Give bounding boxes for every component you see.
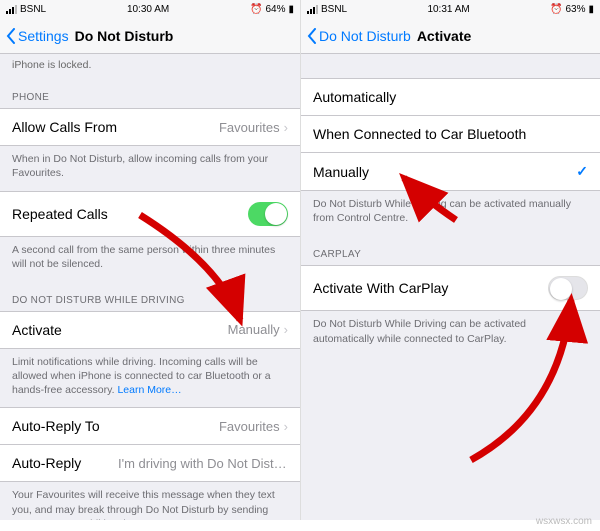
footer-activate: Limit notifications while driving. Incom… [0, 349, 300, 408]
row-value: I'm driving with Do Not Disturb… [118, 456, 288, 471]
signal-icon [307, 5, 318, 14]
chevron-right-icon: › [284, 419, 288, 434]
back-button[interactable]: Do Not Disturb [307, 28, 411, 44]
clock-label: 10:31 AM [427, 4, 469, 15]
row-value: Favourites [219, 419, 280, 434]
nav-bar: Do Not Disturb Activate [301, 18, 600, 54]
toggle-repeated-calls[interactable] [248, 202, 288, 226]
watermark-label: wsxwsx.com [536, 516, 592, 527]
row-auto-reply[interactable]: Auto-Reply I'm driving with Do Not Distu… [0, 445, 300, 482]
row-car-bluetooth[interactable]: When Connected to Car Bluetooth [301, 116, 600, 153]
section-header-driving: DO NOT DISTURB WHILE DRIVING [0, 281, 300, 311]
row-value: Favourites [219, 120, 280, 135]
section-header-carplay: CARPLAY [301, 235, 600, 265]
screen-activate: BSNL 10:31 AM ⏰ 63% ▮ Do Not Disturb Act… [300, 0, 600, 520]
battery-icon: ▮ [288, 4, 294, 15]
footer-repeated-calls: A second call from the same person withi… [0, 237, 300, 281]
chevron-left-icon [307, 28, 317, 44]
footer-manually: Do Not Disturb While Driving can be acti… [301, 191, 600, 235]
row-auto-reply-to[interactable]: Auto-Reply To Favourites › [0, 407, 300, 445]
row-repeated-calls: Repeated Calls [0, 191, 300, 237]
page-title: Activate [417, 28, 471, 44]
row-label: When Connected to Car Bluetooth [313, 126, 526, 142]
row-activate-carplay: Activate With CarPlay [301, 265, 600, 311]
row-value: Manually [228, 322, 280, 337]
row-allow-calls-from[interactable]: Allow Calls From Favourites › [0, 108, 300, 146]
row-activate[interactable]: Activate Manually › [0, 311, 300, 349]
row-automatically[interactable]: Automatically [301, 78, 600, 116]
learn-more-link[interactable]: Learn More… [117, 384, 181, 396]
chevron-right-icon: › [284, 322, 288, 337]
row-label: Auto-Reply [12, 455, 81, 471]
toggle-carplay[interactable] [548, 276, 588, 300]
row-label: Repeated Calls [12, 206, 108, 222]
chevron-right-icon: › [284, 120, 288, 135]
row-label: Manually [313, 164, 369, 180]
truncated-footer-top: iPhone is locked. [0, 54, 300, 78]
alarm-icon: ⏰ [550, 4, 562, 15]
row-label: Activate With CarPlay [313, 280, 448, 296]
signal-icon [6, 5, 17, 14]
page-title: Do Not Disturb [75, 28, 174, 44]
status-bar: BSNL 10:30 AM ⏰ 64% ▮ [0, 0, 300, 18]
footer-auto-reply: Your Favourites will receive this messag… [0, 482, 300, 520]
battery-label: 64% [265, 4, 285, 15]
back-button[interactable]: Settings [6, 28, 69, 44]
row-label: Activate [12, 322, 62, 338]
battery-icon: ▮ [588, 4, 594, 15]
row-label: Auto-Reply To [12, 418, 100, 434]
nav-bar: Settings Do Not Disturb [0, 18, 300, 54]
carrier-label: BSNL [20, 4, 46, 15]
section-header-phone: PHONE [0, 78, 300, 108]
battery-label: 63% [565, 4, 585, 15]
chevron-left-icon [6, 28, 16, 44]
checkmark-icon: ✓ [576, 163, 588, 180]
back-label: Settings [18, 28, 69, 44]
carrier-label: BSNL [321, 4, 347, 15]
row-manually[interactable]: Manually ✓ [301, 153, 600, 191]
row-label: Allow Calls From [12, 119, 117, 135]
alarm-icon: ⏰ [250, 4, 262, 15]
screen-do-not-disturb: BSNL 10:30 AM ⏰ 64% ▮ Settings Do Not Di… [0, 0, 300, 520]
row-label: Automatically [313, 89, 396, 105]
status-bar: BSNL 10:31 AM ⏰ 63% ▮ [301, 0, 600, 18]
clock-label: 10:30 AM [127, 4, 169, 15]
back-label: Do Not Disturb [319, 28, 411, 44]
footer-carplay: Do Not Disturb While Driving can be acti… [301, 311, 600, 355]
footer-allow-calls: When in Do Not Disturb, allow incoming c… [0, 146, 300, 190]
